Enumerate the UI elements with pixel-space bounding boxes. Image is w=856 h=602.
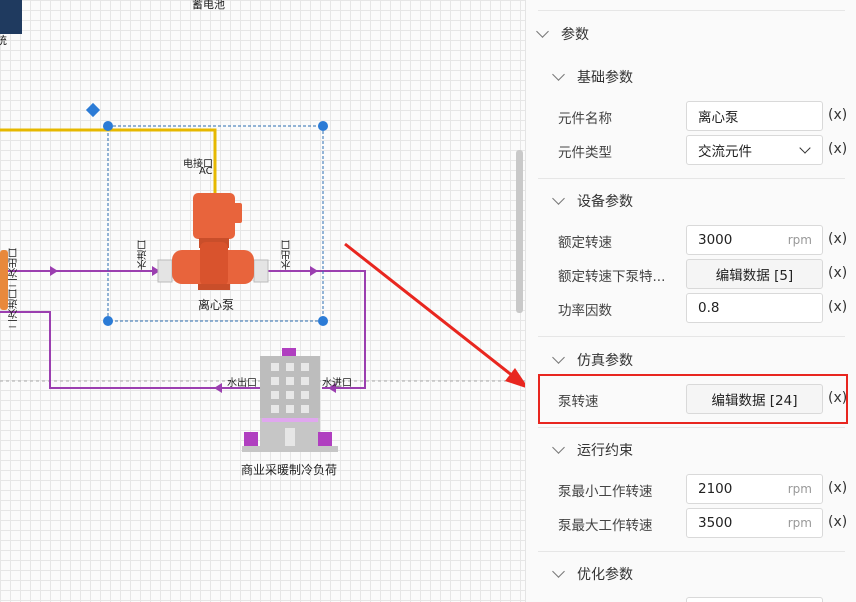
load-water-out-label: 水出口	[227, 378, 257, 389]
rated-speed-value: 3000	[698, 232, 733, 248]
chevron-down-icon	[552, 68, 565, 81]
resize-handle[interactable]	[103, 316, 113, 326]
resize-handle[interactable]	[103, 121, 113, 131]
battery-label: 蓄电池	[192, 0, 225, 11]
section-basic-title: 基础参数	[577, 70, 633, 86]
chevron-down-icon	[552, 441, 565, 454]
divider	[538, 551, 845, 552]
divider	[538, 336, 845, 337]
resize-handle[interactable]	[318, 316, 328, 326]
divider	[538, 178, 845, 179]
pump-water-in-label: 水进口	[138, 240, 149, 270]
chevron-down-icon	[552, 351, 565, 364]
pump-curve-label: 额定转速下泵特...	[558, 269, 666, 285]
max-speed-label: 泵最大工作转速	[558, 518, 653, 534]
second-out-label: 二次出口	[9, 248, 20, 288]
min-speed-label: 泵最小工作转速	[558, 484, 653, 500]
rated-speed-unit: rpm	[787, 233, 812, 247]
electric-port-type: AC	[199, 166, 213, 177]
section-constraint-header[interactable]: 运行约束	[552, 440, 633, 460]
section-device-header[interactable]: 设备参数	[552, 191, 633, 211]
partial-element-top-left[interactable]	[0, 0, 22, 34]
min-speed-input[interactable]: 2100 rpm	[686, 474, 823, 504]
section-device-title: 设备参数	[577, 194, 633, 210]
max-speed-unit: rpm	[787, 516, 812, 530]
power-factor-label: 功率因数	[558, 303, 612, 319]
type-value: 交流元件	[698, 144, 752, 160]
opt-partial-field[interactable]	[686, 597, 823, 602]
type-select[interactable]: 交流元件	[686, 135, 823, 165]
arrow-marker	[214, 383, 222, 393]
params-root-header[interactable]: 参数	[536, 24, 589, 44]
rated-speed-expr-button[interactable]: (x)	[828, 231, 847, 247]
diagram-canvas[interactable]: 蓄电池 统 电接口 AC 水进口 水出口 二次出口 二次进口 离心泵 水出口 水…	[0, 0, 525, 602]
rotate-handle[interactable]	[85, 102, 101, 118]
name-input[interactable]: 离心泵	[686, 101, 823, 131]
building-load-icon[interactable]	[242, 348, 338, 452]
load-water-in-label: 水进口	[322, 378, 352, 389]
min-speed-expr-button[interactable]: (x)	[828, 480, 847, 496]
section-constraint-title: 运行约束	[577, 443, 633, 459]
power-factor-expr-button[interactable]: (x)	[828, 299, 847, 315]
type-expr-button[interactable]: (x)	[828, 141, 847, 157]
partial-label-left: 统	[0, 34, 7, 47]
property-panel: 参数 基础参数 元件名称 离心泵 (x) 元件类型 交流元件 (x) 设备参数 …	[525, 0, 856, 602]
chevron-down-icon	[799, 142, 811, 154]
arrow-marker	[50, 266, 58, 276]
section-sim-header[interactable]: 仿真参数	[552, 350, 633, 370]
resize-handle[interactable]	[318, 121, 328, 131]
load-name-label: 商业采暖制冷负荷	[241, 463, 338, 477]
name-expr-button[interactable]: (x)	[828, 107, 847, 123]
type-label: 元件类型	[558, 145, 612, 161]
section-basic-header[interactable]: 基础参数	[552, 67, 633, 87]
name-value: 离心泵	[698, 110, 739, 126]
params-root-title: 参数	[561, 27, 589, 43]
max-speed-expr-button[interactable]: (x)	[828, 514, 847, 530]
centrifugal-pump-icon[interactable]	[157, 193, 269, 290]
arrow-marker	[310, 266, 318, 276]
max-speed-input[interactable]: 3500 rpm	[686, 508, 823, 538]
rated-speed-label: 额定转速	[558, 235, 612, 251]
min-speed-unit: rpm	[787, 482, 812, 496]
annotation-arrow	[344, 242, 519, 382]
pipe-return[interactable]	[0, 311, 260, 389]
section-opt-header[interactable]: 优化参数	[552, 564, 633, 584]
pump-curve-edit-button[interactable]: 编辑数据 [5]	[686, 259, 823, 289]
min-speed-value: 2100	[698, 481, 733, 497]
power-factor-value: 0.8	[698, 300, 720, 316]
partial-equipment-left[interactable]	[0, 250, 8, 310]
chevron-down-icon	[552, 565, 565, 578]
power-factor-input[interactable]: 0.8	[686, 293, 823, 323]
divider	[538, 10, 845, 11]
max-speed-value: 3500	[698, 515, 733, 531]
pump-curve-expr-button[interactable]: (x)	[828, 265, 847, 281]
second-in-label: 二次进口	[9, 289, 20, 329]
pump-water-out-label: 水出口	[282, 240, 293, 270]
section-opt-title: 优化参数	[577, 567, 633, 583]
annotation-highlight-box	[538, 374, 848, 424]
rated-speed-input[interactable]: 3000 rpm	[686, 225, 823, 255]
name-label: 元件名称	[558, 111, 612, 127]
divider	[538, 427, 845, 428]
pump-curve-edit-label: 编辑数据 [5]	[715, 268, 794, 284]
chevron-down-icon	[552, 192, 565, 205]
pump-name-label: 离心泵	[198, 298, 235, 312]
section-sim-title: 仿真参数	[577, 353, 633, 369]
diagram-svg	[0, 0, 525, 452]
chevron-down-icon	[536, 25, 549, 38]
canvas-scrollbar[interactable]	[516, 150, 523, 313]
